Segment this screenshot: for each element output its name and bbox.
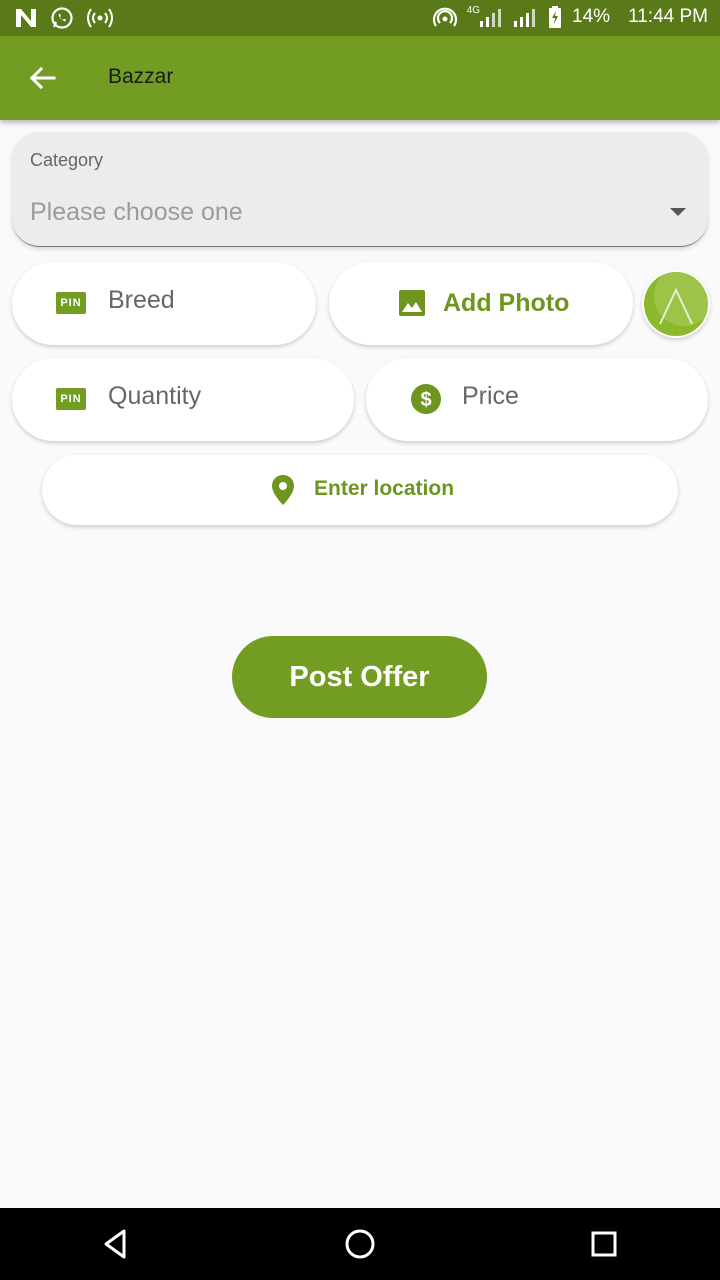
- location-button[interactable]: Enter location: [42, 455, 678, 525]
- pin-icon: PIN: [56, 388, 86, 410]
- navigation-bar: [0, 1208, 720, 1280]
- n-notification-icon: [16, 9, 36, 27]
- image-icon: [399, 290, 425, 316]
- placeholder-image-icon: [654, 272, 708, 326]
- recents-nav-icon[interactable]: [586, 1226, 622, 1262]
- category-label: Category: [30, 150, 104, 170]
- quantity-placeholder: Quantity: [108, 382, 202, 410]
- page-title: Bazzar: [108, 65, 174, 88]
- home-nav-icon[interactable]: [342, 1226, 378, 1262]
- battery-percent: 14%: [572, 6, 611, 27]
- breed-placeholder: Breed: [108, 286, 175, 314]
- dropdown-arrow-icon: [670, 208, 686, 216]
- wifi-calling-icon: [432, 7, 457, 27]
- price-field[interactable]: $ Price: [366, 358, 708, 441]
- add-photo-button[interactable]: Add Photo: [329, 262, 633, 345]
- dollar-icon: $: [411, 384, 441, 414]
- back-nav-icon[interactable]: [98, 1226, 134, 1262]
- price-placeholder: Price: [462, 382, 519, 410]
- add-photo-label: Add Photo: [443, 289, 570, 317]
- quantity-field[interactable]: PIN Quantity: [12, 358, 354, 441]
- battery-charging-icon: [549, 6, 562, 28]
- signal-icon-1: [480, 9, 502, 27]
- status-bar: 4G 14% 11:44 PM: [0, 0, 720, 36]
- network-type: 4G: [466, 4, 481, 16]
- breed-field[interactable]: PIN Breed: [12, 262, 316, 345]
- pin-icon: PIN: [56, 292, 86, 314]
- app-bar: Bazzar: [0, 36, 720, 120]
- notification-icons: [14, 6, 114, 30]
- clock: 11:44 PM: [628, 6, 708, 27]
- location-pin-icon: [272, 475, 294, 505]
- back-button[interactable]: [22, 58, 62, 98]
- category-placeholder: Please choose one: [30, 198, 243, 226]
- photo-preview[interactable]: [642, 270, 710, 338]
- photo-thumbnail: [644, 272, 708, 336]
- location-label: Enter location: [314, 477, 455, 500]
- arrow-back-icon: [29, 66, 56, 90]
- hotspot-icon: [87, 8, 113, 28]
- system-status: 4G 14% 11:44 PM: [432, 4, 708, 28]
- svg-text:$: $: [420, 389, 431, 411]
- signal-icon-2: [514, 9, 536, 27]
- whatsapp-icon: [51, 7, 73, 29]
- category-dropdown[interactable]: Category Please choose one: [12, 132, 708, 247]
- post-offer-button[interactable]: Post Offer: [232, 636, 487, 718]
